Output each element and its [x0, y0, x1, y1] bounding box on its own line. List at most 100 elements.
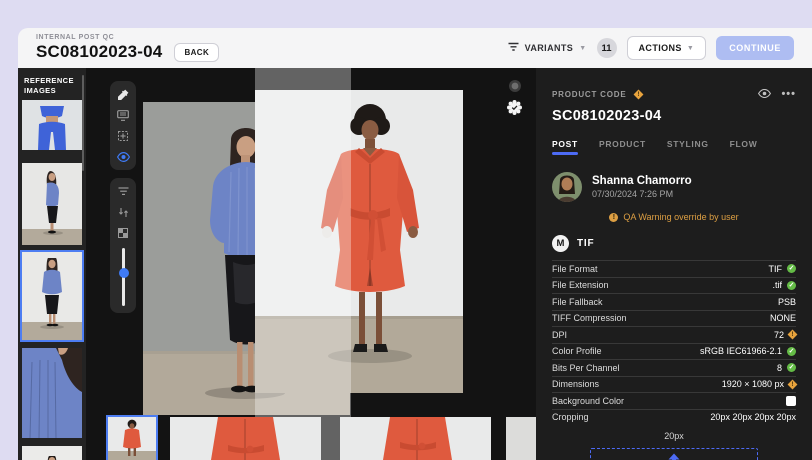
crop-top-value: 20px: [552, 431, 796, 441]
table-row: File Fallback PSB: [552, 293, 796, 310]
eyedropper-icon[interactable]: [115, 86, 131, 102]
tab-post[interactable]: POST: [552, 139, 578, 155]
swap-icon[interactable]: [115, 204, 131, 220]
sidebar-scrollbar[interactable]: [82, 75, 84, 171]
warning-diamond-icon: !: [788, 379, 798, 389]
thumbnail-image: [22, 163, 82, 245]
monitor-icon[interactable]: [115, 107, 131, 123]
reference-thumbnail-5[interactable]: [22, 446, 82, 460]
compare-overlay-band: [255, 68, 351, 460]
warning-diamond-icon: !: [633, 89, 643, 99]
row-label: DPI: [552, 330, 567, 340]
more-options-icon[interactable]: •••: [781, 89, 796, 100]
eye-icon[interactable]: [115, 149, 131, 165]
qa-warning-line: ! QA Warning override by user: [552, 212, 796, 222]
slider-knob[interactable]: [119, 268, 129, 278]
thumbnail-image: [22, 100, 82, 150]
header-title-block: INTERNAL POST QC SC08102023-04 BACK: [36, 34, 219, 62]
tab-product[interactable]: PRODUCT: [599, 139, 646, 155]
file-section-header: M TIF: [552, 235, 796, 252]
row-value: PSB: [778, 297, 796, 307]
canvas-toolbar: [110, 81, 136, 313]
continue-button[interactable]: CONTINUE: [716, 36, 794, 60]
sidebar-title: REFERENCE IMAGES: [18, 68, 86, 96]
opacity-slider[interactable]: [115, 248, 131, 306]
filter-lines-icon[interactable]: [115, 183, 131, 199]
crop-preview-box[interactable]: [590, 448, 758, 460]
thumbnail-image: [22, 348, 82, 438]
chevron-down-icon: ▼: [687, 45, 694, 52]
page-title: SC08102023-04: [36, 42, 162, 62]
check-circle-icon: ✓: [787, 264, 796, 273]
panel-tabs: POST PRODUCT STYLING FLOW: [552, 139, 796, 155]
details-panel: PRODUCT CODE ! ••• SC08102023-04 POST PR…: [536, 68, 812, 460]
toolbar-group-top: [110, 81, 136, 170]
variant-thumbnail-strip: [86, 417, 536, 460]
check-circle-icon: ✓: [787, 363, 796, 372]
variants-count-badge: 11: [597, 38, 617, 58]
qc-canvas[interactable]: [86, 68, 536, 460]
header-eyebrow: INTERNAL POST QC: [36, 34, 219, 41]
background-color-swatch: [786, 396, 796, 406]
row-label: Bits Per Channel: [552, 363, 620, 373]
user-timestamp: 07/30/2024 7:26 PM: [592, 189, 692, 199]
user-name: Shanna Chamorro: [592, 175, 692, 187]
variants-label: VARIANTS: [525, 43, 574, 53]
row-label: Dimensions: [552, 379, 599, 389]
variant-thumbnail-2[interactable]: [170, 417, 321, 460]
tab-flow[interactable]: FLOW: [730, 139, 758, 155]
row-label: File Format: [552, 264, 598, 274]
row-label: Cropping: [552, 412, 589, 422]
user-block: Shanna Chamorro 07/30/2024 7:26 PM: [552, 172, 796, 202]
arrow-up-icon: [667, 453, 681, 460]
verified-seal-icon[interactable]: [507, 100, 522, 115]
reference-thumbnail-1[interactable]: [22, 100, 82, 150]
row-value: NONE: [770, 313, 796, 323]
reference-thumbnail-2[interactable]: [22, 163, 82, 245]
transform-icon[interactable]: [115, 128, 131, 144]
table-row: Cropping 20px 20px 20px 20px: [552, 409, 796, 426]
back-button[interactable]: BACK: [174, 43, 219, 62]
thumbnail-image: [340, 417, 491, 460]
row-label: TIFF Compression: [552, 313, 627, 323]
panel-product-code: SC08102023-04: [552, 108, 796, 124]
thumbnail-image: [108, 417, 156, 460]
table-row: Color Profile sRGB IEC61966-2.1✓: [552, 343, 796, 360]
reference-thumbnail-3-selected[interactable]: [22, 252, 82, 340]
product-code-label: PRODUCT CODE: [552, 90, 627, 99]
m-badge-icon: M: [552, 235, 569, 252]
variant-thumbnail-1-selected[interactable]: [108, 417, 156, 460]
warning-circle-icon: !: [609, 213, 618, 222]
app-window: INTERNAL POST QC SC08102023-04 BACK VARI…: [18, 28, 812, 460]
row-label: File Extension: [552, 280, 609, 290]
checker-icon[interactable]: [115, 225, 131, 241]
check-circle-icon: ✓: [787, 347, 796, 356]
thumbnail-image: [22, 252, 82, 340]
thumbnail-image: [506, 417, 536, 460]
thumbnail-image: [22, 446, 82, 460]
file-type-label: TIF: [577, 238, 594, 249]
warning-diamond-icon: !: [788, 330, 798, 340]
row-value: sRGB IEC61966-2.1: [700, 346, 782, 356]
table-row: DPI 72!: [552, 326, 796, 343]
table-row: TIFF Compression NONE: [552, 310, 796, 327]
check-circle-icon: ✓: [787, 281, 796, 290]
top-header: INTERNAL POST QC SC08102023-04 BACK VARI…: [18, 28, 812, 68]
eye-icon[interactable]: [758, 85, 771, 103]
status-dot-button[interactable]: [507, 78, 522, 93]
row-value: .tif: [772, 280, 782, 290]
actions-button[interactable]: ACTIONS ▼: [627, 36, 707, 60]
variants-dropdown[interactable]: VARIANTS ▼: [508, 42, 587, 54]
reference-thumbnail-4[interactable]: [22, 348, 82, 438]
reference-images-sidebar: REFERENCE IMAGES: [18, 68, 86, 460]
variant-thumbnail-3[interactable]: [340, 417, 491, 460]
tab-styling[interactable]: STYLING: [667, 139, 709, 155]
toolbar-group-bottom: [110, 178, 136, 313]
avatar: [552, 172, 582, 202]
chevron-down-icon: ▼: [579, 45, 586, 52]
variant-thumbnail-4[interactable]: [506, 417, 536, 460]
table-row: File Extension .tif ✓: [552, 277, 796, 294]
table-row: Bits Per Channel 8 ✓: [552, 359, 796, 376]
row-value: 8: [777, 363, 782, 373]
row-value: 72: [774, 330, 784, 340]
